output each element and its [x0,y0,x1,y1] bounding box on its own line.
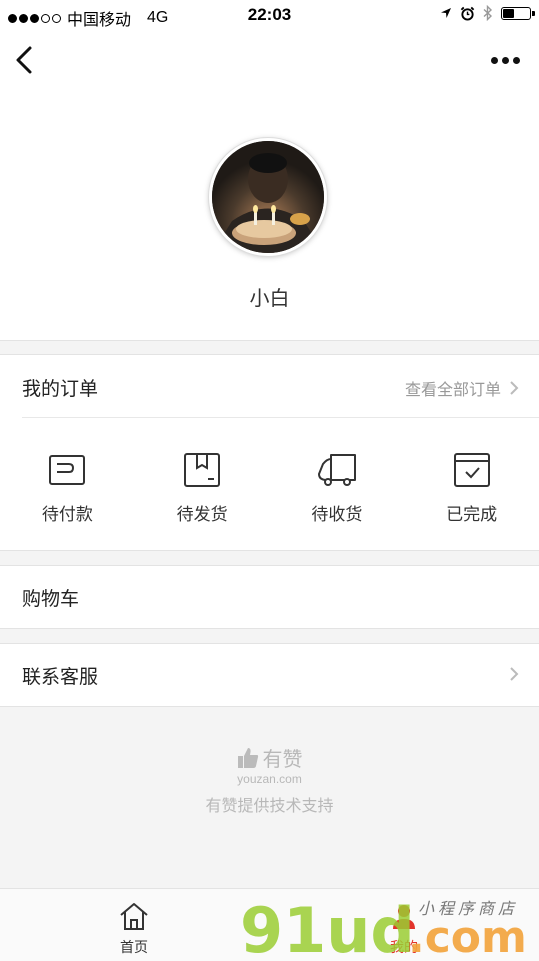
divider [22,417,539,418]
wallet-icon [49,455,86,485]
username: 小白 [249,288,290,310]
more-dot [512,56,520,64]
brand-name: 有赞 [262,749,303,771]
avatar-photo [212,141,324,253]
bluetooth-icon [483,5,493,21]
completed-check-icon [453,453,490,487]
order-status-label: 待付款 [41,505,93,524]
home-icon [120,903,148,930]
alarm-clock-icon [460,6,475,21]
thumbs-up-icon [237,747,258,768]
brand-line: 有赞 [0,743,539,772]
chevron-right-icon [510,667,519,681]
cart-row[interactable]: 购物车 [0,565,539,629]
user-icon [393,905,415,929]
brand-domain: youzan.com [237,772,302,786]
truck-icon [317,454,356,486]
more-dot [501,56,509,64]
cart-label: 购物车 [22,589,80,610]
order-status-label: 待收货 [311,505,363,524]
order-status-pending-shipment[interactable]: 待发货 [135,450,270,525]
tab-home-label: 首页 [120,939,148,955]
customer-service-label: 联系客服 [22,667,99,688]
customer-service-row[interactable]: 联系客服 [0,643,539,707]
tab-mine-label: 我的 [390,939,418,955]
view-all-orders-label: 查看全部订单 [404,382,501,399]
profile-header: 小白 [0,88,539,341]
orders-card: 我的订单 查看全部订单 待付款 待发货 待收货 已完成 [0,354,539,551]
order-status-pending-receipt[interactable]: 待收货 [270,450,405,525]
order-status-completed[interactable]: 已完成 [404,450,539,525]
brand-support-text: 有赞提供技术支持 [205,798,334,815]
avatar[interactable] [209,138,327,256]
order-status-pending-payment[interactable]: 待付款 [0,450,135,525]
orders-title: 我的订单 [22,379,99,400]
nav-bar [0,32,539,88]
view-all-orders-link[interactable]: 查看全部订单 [405,376,519,400]
battery-icon [501,6,535,20]
order-status-label: 已完成 [446,505,498,524]
location-arrow-icon [441,8,451,18]
tab-mine[interactable]: 我的 [374,901,434,957]
tab-bar: 首页 我的 [0,888,539,961]
orders-header[interactable]: 我的订单 查看全部订单 [0,355,539,417]
chevron-left-icon [16,46,32,74]
more-dot [490,56,498,64]
more-button[interactable] [485,50,525,70]
order-status-list: 待付款 待发货 待收货 已完成 [0,450,539,525]
footer-brand: 有赞 youzan.com 有赞提供技术支持 [0,743,539,816]
status-right [440,5,535,21]
box-icon [184,453,221,487]
chevron-right-icon [510,381,519,395]
status-bar: 中国移动 4G 22:03 [0,0,539,32]
order-status-label: 待发货 [176,505,228,524]
tab-home[interactable]: 首页 [104,901,164,957]
back-button[interactable] [10,42,46,78]
